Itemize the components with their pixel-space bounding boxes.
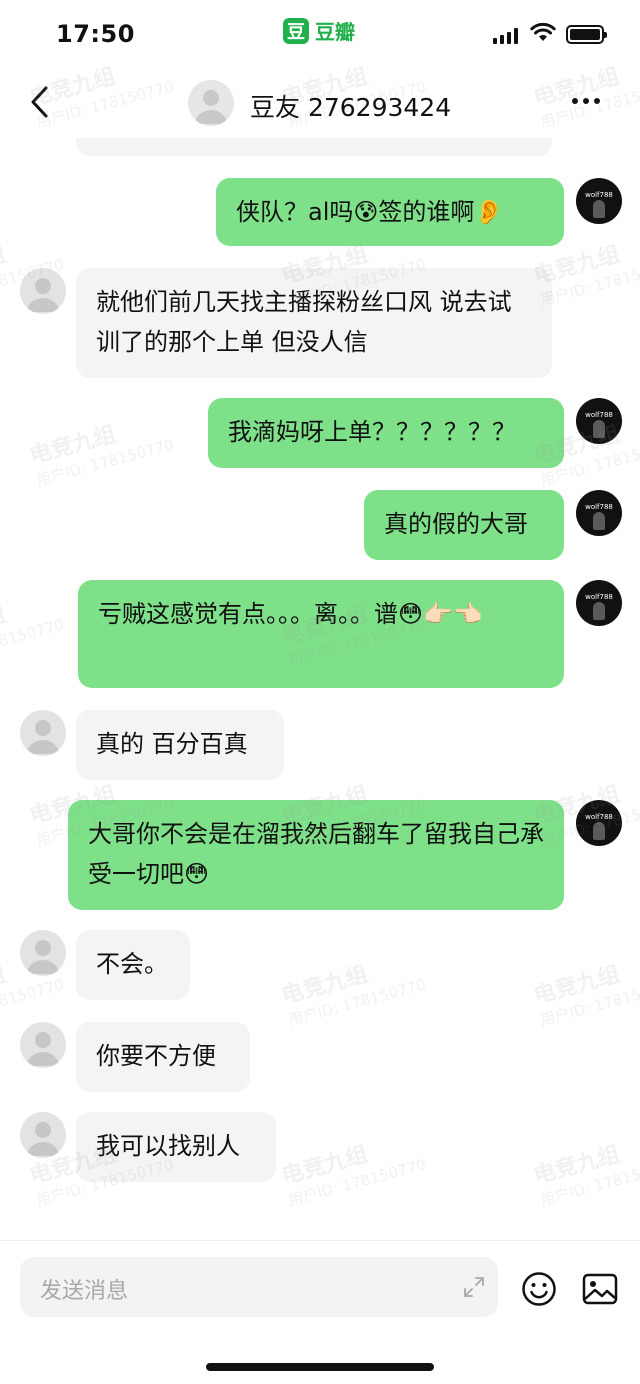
incoming-message[interactable]: 就他们前几天找主播探粉丝口风 说去试训了的那个上单 但没人信	[76, 268, 552, 378]
incoming-message[interactable]: 真的 百分百真	[76, 710, 284, 780]
app-badge: 豆 豆瓣	[283, 16, 355, 45]
my-avatar[interactable]: wolf788	[576, 490, 622, 536]
contact-avatar-small[interactable]	[20, 1022, 66, 1068]
outgoing-message[interactable]: 亏贼这感觉有点。。。离。。谱😳👉🏻👈🏻	[78, 580, 564, 688]
app-name: 豆瓣	[315, 20, 355, 44]
chat-header: 豆友 276293424	[0, 68, 640, 138]
home-indicator[interactable]	[206, 1363, 434, 1371]
douban-logo-icon: 豆	[283, 17, 309, 44]
cellular-signal-icon	[493, 28, 518, 44]
my-avatar[interactable]: wolf788	[576, 398, 622, 444]
status-time: 17:50	[56, 20, 135, 48]
chat-area[interactable]: 侠队？al吗😰签的谁啊👂 wolf788 就他们前几天找主播探粉丝口风 说去试训…	[0, 138, 640, 1238]
my-avatar[interactable]: wolf788	[576, 178, 622, 224]
contact-avatar-small[interactable]	[20, 710, 66, 756]
message-input-placeholder: 发送消息	[40, 1279, 129, 1304]
previous-message-bubble	[76, 138, 552, 156]
wifi-icon	[530, 22, 556, 41]
contact-avatar[interactable]	[188, 80, 234, 126]
expand-icon[interactable]	[462, 1275, 486, 1299]
status-bar: 17:50 豆 豆瓣	[0, 0, 640, 68]
my-avatar[interactable]: wolf788	[576, 580, 622, 626]
outgoing-message[interactable]: 大哥你不会是在溜我然后翻车了留我自己承受一切吧😳	[68, 800, 564, 910]
contact-avatar-small[interactable]	[20, 268, 66, 314]
outgoing-message[interactable]: 侠队？al吗😰签的谁啊👂	[216, 178, 564, 246]
outgoing-message[interactable]: 我滴妈呀上单？？？？？？	[208, 398, 564, 468]
contact-avatar-small[interactable]	[20, 930, 66, 976]
message-input[interactable]: 发送消息	[20, 1257, 498, 1317]
incoming-message[interactable]: 不会。	[76, 930, 190, 1000]
back-arrow-icon[interactable]	[26, 84, 56, 120]
emoji-icon[interactable]	[521, 1271, 557, 1307]
image-icon[interactable]	[582, 1273, 618, 1305]
battery-icon	[566, 25, 607, 44]
my-avatar[interactable]: wolf788	[576, 800, 622, 846]
incoming-message[interactable]: 我可以找别人	[76, 1112, 276, 1182]
more-options-icon[interactable]	[572, 98, 600, 104]
outgoing-message[interactable]: 真的假的大哥	[364, 490, 564, 560]
contact-name: 豆友 276293424	[250, 93, 452, 122]
contact-avatar-small[interactable]	[20, 1112, 66, 1158]
incoming-message[interactable]: 你要不方便	[76, 1022, 250, 1092]
